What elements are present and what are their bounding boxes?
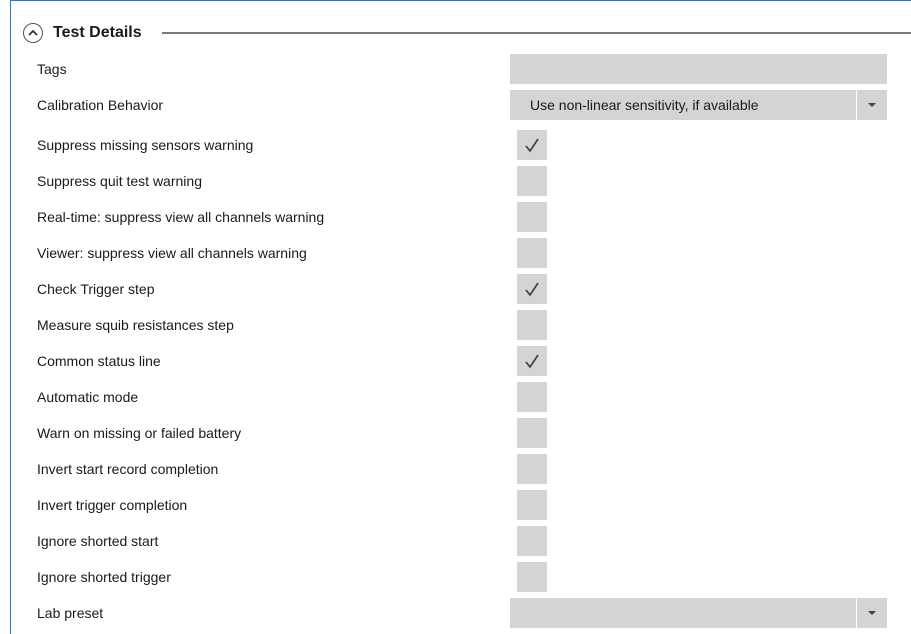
checkbox-label: Invert start record completion [37,461,219,477]
checkbox-row: Warn on missing or failed battery [11,415,901,451]
checkbox-label: Suppress quit test warning [37,173,202,189]
section-title: Test Details [53,24,142,41]
chevron-up-icon [28,29,38,36]
checkbox-row: Real-time: suppress view all channels wa… [11,199,901,235]
properties-panel: Test Details Tags Calibration Behavior U… [10,0,911,634]
calibration-behavior-label: Calibration Behavior [37,97,164,113]
option-checkbox[interactable] [517,526,547,556]
checkmark-icon [525,354,539,369]
dropdown-arrow-button[interactable] [856,598,887,628]
section-header: Test Details [23,21,911,45]
checkbox-row: Common status line [11,343,901,379]
checkbox-row: Measure squib resistances step [11,307,901,343]
checkmark-icon [525,282,539,297]
option-checkbox[interactable] [517,454,547,484]
option-checkbox[interactable] [517,490,547,520]
calibration-behavior-row: Calibration Behavior Use non-linear sens… [11,87,901,123]
checkbox-row: Invert trigger completion [11,487,901,523]
checkbox-row: Suppress quit test warning [11,163,901,199]
collapse-section-button[interactable] [23,23,43,43]
checkbox-label: Viewer: suppress view all channels warni… [37,245,307,261]
option-checkbox[interactable] [517,166,547,196]
option-checkbox[interactable] [517,238,547,268]
calibration-behavior-dropdown[interactable]: Use non-linear sensitivity, if available [510,90,887,120]
checkbox-label: Automatic mode [37,389,139,405]
checkbox-label: Invert trigger completion [37,497,188,513]
option-checkbox[interactable] [517,418,547,448]
checkbox-row: Suppress missing sensors warning [11,127,901,163]
tags-row: Tags [11,51,901,87]
checkbox-label: Warn on missing or failed battery [37,425,242,441]
option-checkbox[interactable] [517,202,547,232]
checkbox-row: Viewer: suppress view all channels warni… [11,235,901,271]
checkbox-label: Ignore shorted start [37,533,159,549]
checkbox-row: Invert start record completion [11,451,901,487]
checkbox-label: Real-time: suppress view all channels wa… [37,209,325,225]
checkmark-icon [525,138,539,153]
tags-label: Tags [37,61,67,77]
option-checkbox[interactable] [517,382,547,412]
checkbox-row: Ignore shorted trigger [11,559,901,595]
checkbox-label: Common status line [37,353,161,369]
checkbox-row: Automatic mode [11,379,901,415]
lab-preset-label: Lab preset [37,605,104,621]
option-checkbox[interactable] [517,562,547,592]
dropdown-arrow-button[interactable] [856,90,887,120]
calibration-behavior-value: Use non-linear sensitivity, if available [530,97,759,113]
checkbox-row: Ignore shorted start [11,523,901,559]
option-checkbox[interactable] [517,274,547,304]
checkbox-label: Check Trigger step [37,281,155,297]
caret-down-icon [868,103,876,107]
tags-input[interactable] [510,54,887,84]
option-checkbox[interactable] [517,310,547,340]
lab-preset-row: Lab preset [11,595,901,631]
checkbox-row: Check Trigger step [11,271,901,307]
section-divider [161,32,911,34]
option-checkbox[interactable] [517,130,547,160]
checkbox-label: Measure squib resistances step [37,317,234,333]
caret-down-icon [868,611,876,615]
checkbox-label: Ignore shorted trigger [37,569,171,585]
checkbox-label: Suppress missing sensors warning [37,137,254,153]
lab-preset-dropdown[interactable] [510,598,887,628]
option-checkbox[interactable] [517,346,547,376]
